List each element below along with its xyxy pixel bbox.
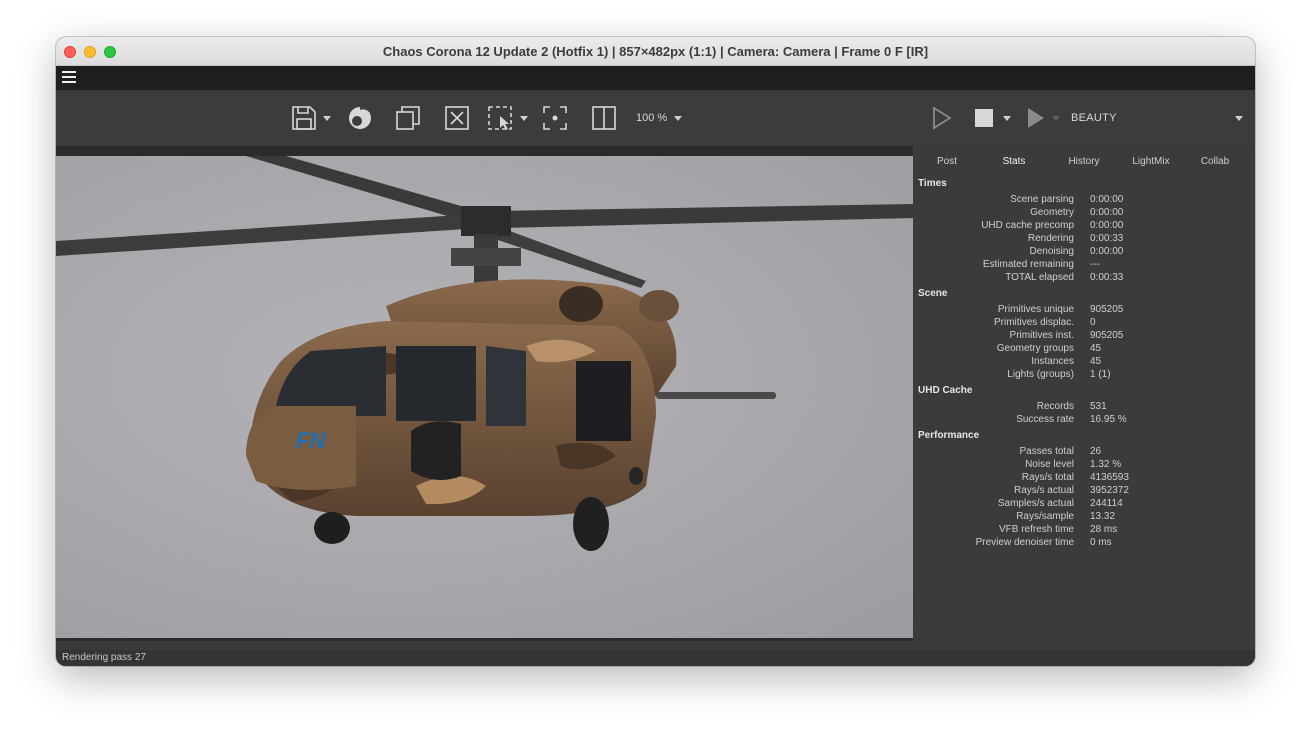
hamburger-menu-icon[interactable] (62, 71, 76, 83)
rendered-image[interactable]: FN (56, 156, 913, 638)
title-bar: Chaos Corona 12 Update 2 (Hotfix 1) | 85… (56, 37, 1255, 66)
stat-value: 26 (1090, 446, 1102, 457)
stat-value: 905205 (1090, 304, 1124, 315)
vfb-window: Chaos Corona 12 Update 2 (Hotfix 1) | 85… (56, 37, 1255, 666)
interactive-dropdown-arrow-icon[interactable] (1052, 116, 1060, 121)
status-bar: Rendering pass 27 (56, 650, 1255, 666)
stat-value: 244114 (1090, 498, 1123, 509)
fn-logo: FN (296, 428, 326, 453)
status-text: Rendering pass 27 (62, 652, 146, 663)
stat-value: 0:00:00 (1090, 220, 1124, 231)
stat-label: Samples/s actual (997, 498, 1074, 509)
stat-label: Rendering (1027, 233, 1074, 244)
stat-value: 0 ms (1090, 537, 1112, 548)
stat-label: Success rate (1016, 414, 1074, 425)
stat-label: Records (1036, 401, 1074, 412)
stat-value: 0 (1090, 317, 1096, 328)
stat-label: Estimated remaining (982, 259, 1074, 270)
stat-label: Scene parsing (1010, 194, 1074, 205)
helicopter-render: FN (56, 156, 913, 551)
stat-value: 0:00:00 (1090, 194, 1124, 205)
start-interactive-icon[interactable] (1022, 104, 1050, 132)
render-element-select[interactable]: BEAUTY (1071, 112, 1117, 124)
stats-section-performance: Performance (918, 430, 980, 441)
side-panel: Post Stats History LightMix Collab Times… (913, 146, 1255, 650)
stats-section-scene: Scene (918, 288, 948, 299)
render-viewport: FN (56, 146, 913, 641)
save-dropdown-arrow-icon[interactable] (323, 116, 331, 121)
window-title: Chaos Corona 12 Update 2 (Hotfix 1) | 85… (382, 44, 929, 59)
stat-label: TOTAL elapsed (1005, 272, 1074, 283)
stat-value: --- (1090, 259, 1100, 270)
tab-stats[interactable]: Stats (996, 156, 1032, 167)
stat-value: 16.95 % (1090, 414, 1127, 425)
stat-label: Geometry groups (996, 343, 1074, 354)
save-icon[interactable] (290, 104, 318, 132)
stat-label: VFB refresh time (998, 524, 1074, 535)
stat-label: Rays/s total (1021, 472, 1074, 483)
stat-label: Rays/s actual (1013, 485, 1074, 496)
stat-label: Instances (1031, 356, 1074, 367)
stat-label: Noise level (1025, 459, 1074, 470)
panel-tabs: Post Stats History LightMix Collab (913, 146, 1255, 176)
stat-label: Denoising (1029, 246, 1074, 257)
stat-value: 3952372 (1090, 485, 1129, 496)
focus-icon[interactable] (541, 104, 569, 132)
stat-value: 45 (1090, 356, 1102, 367)
stop-dropdown-arrow-icon[interactable] (1003, 116, 1011, 121)
stat-value: 4136593 (1090, 472, 1129, 483)
stat-value: 13.32 (1090, 511, 1116, 522)
tab-lightmix[interactable]: LightMix (1123, 156, 1179, 167)
corona-logo-icon[interactable] (346, 104, 374, 132)
tab-collab[interactable]: Collab (1195, 156, 1235, 167)
stat-label: Passes total (1019, 446, 1074, 457)
stat-label: UHD cache precomp (981, 220, 1074, 231)
split-view-icon[interactable] (590, 104, 618, 132)
copy-icon[interactable] (394, 104, 422, 132)
stat-value: 905205 (1090, 330, 1124, 341)
zoom-level[interactable]: 100 % (636, 112, 667, 124)
tab-history[interactable]: History (1060, 156, 1108, 167)
stat-value: 1.32 % (1090, 459, 1122, 470)
stat-label: Lights (groups) (1007, 369, 1074, 380)
region-select-icon[interactable] (486, 104, 514, 132)
stop-icon[interactable] (970, 104, 998, 132)
clear-icon[interactable] (443, 104, 471, 132)
stat-label: Primitives unique (997, 304, 1074, 315)
stats-section-uhd: UHD Cache (918, 385, 973, 396)
toolbar: 100 % BEAUTY (56, 90, 1255, 146)
stat-value: 28 ms (1090, 524, 1118, 535)
stat-label: Preview denoiser time (975, 537, 1074, 548)
stat-value: 0:00:33 (1090, 233, 1124, 244)
zoom-dropdown-arrow-icon[interactable] (674, 116, 682, 121)
stat-value: 45 (1090, 343, 1102, 354)
stat-value: 531 (1090, 401, 1107, 412)
stat-label: Rays/sample (1016, 511, 1074, 522)
tab-post[interactable]: Post (929, 156, 965, 167)
stats-section-times: Times (918, 178, 947, 189)
stat-label: Primitives displac. (993, 317, 1074, 328)
render-element-dropdown-arrow-icon[interactable] (1235, 116, 1243, 121)
stat-label: Geometry (1030, 207, 1074, 218)
region-dropdown-arrow-icon[interactable] (520, 116, 528, 121)
stat-value: 1 (1) (1090, 369, 1111, 380)
stat-value: 0:00:00 (1090, 207, 1124, 218)
play-icon[interactable] (928, 104, 956, 132)
stat-value: 0:00:00 (1090, 246, 1124, 257)
menu-bar (56, 66, 1255, 90)
stat-value: 0:00:33 (1090, 272, 1124, 283)
stat-label: Primitives inst. (1009, 330, 1074, 341)
